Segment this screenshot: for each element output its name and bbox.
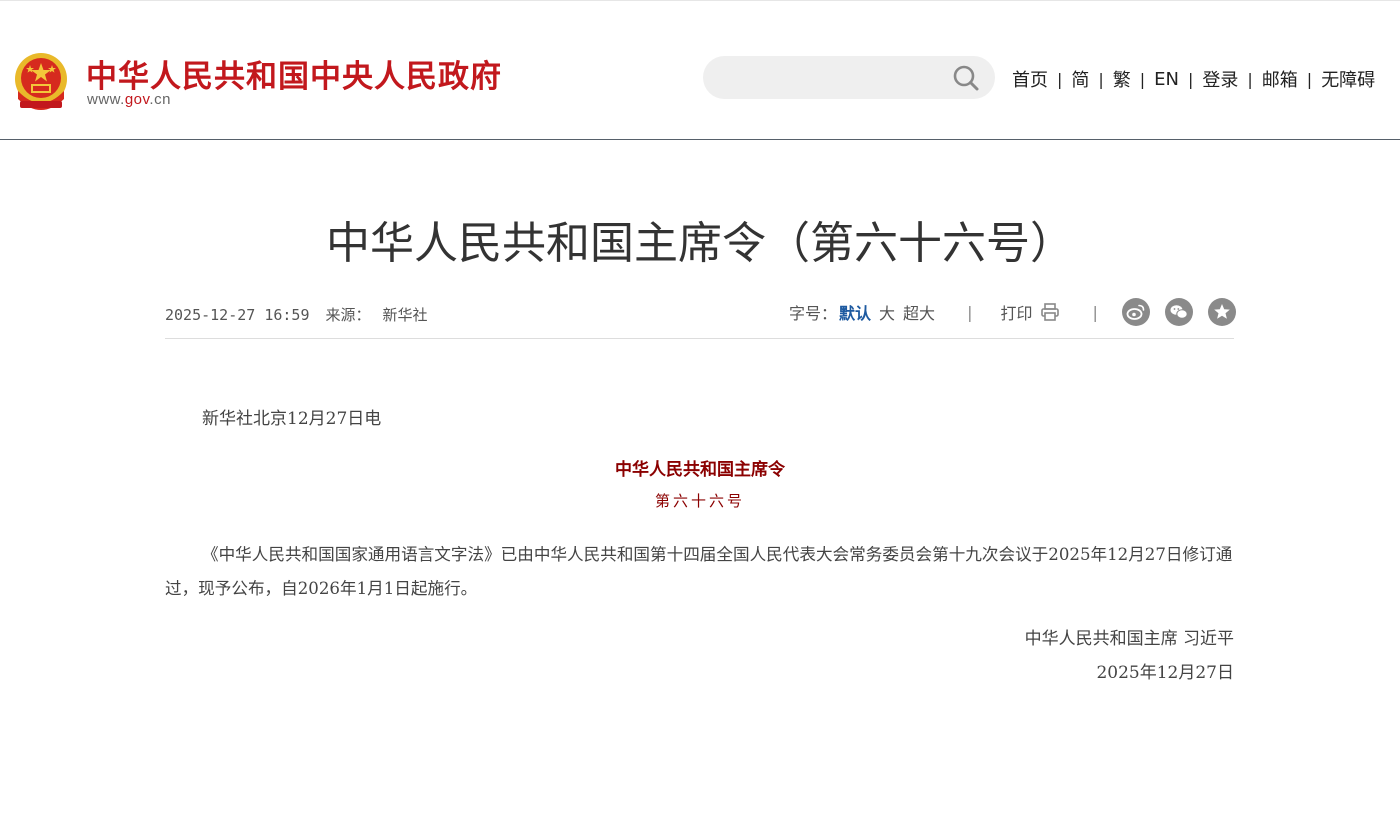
nav-separator: | [1139,69,1146,89]
nav-separator: | [1098,69,1104,89]
search-icon[interactable] [951,63,981,93]
site-name[interactable]: 中华人民共和国中央人民政府 [86,51,502,96]
font-size-label: 字号： [789,304,838,323]
nav-english[interactable]: EN [1154,69,1179,90]
article-title: 中华人民共和国主席令（第六十六号） [326,218,1074,269]
font-size-large[interactable]: 大 [879,300,895,324]
nav-simplified[interactable]: 简 [1071,66,1089,92]
article-paragraph: 《中华人民共和国国家通用语言文字法》已由中华人民共和国第十四届全国人民代表大会常… [165,545,1233,598]
source-label: 来源： [325,306,371,324]
weibo-icon[interactable] [1121,298,1150,326]
tools-separator: | [1092,302,1098,322]
article-tools: 字号： 默认 大 超大 | 打印 | [789,298,1251,326]
order-heading: 中华人民共和国主席令 [615,460,785,480]
star-icon[interactable] [1207,298,1236,326]
site-header: 中华人民共和国中央人民政府 www.gov.cn 首页 | 简 | 繁 | EN… [0,0,1400,140]
nav-traditional[interactable]: 繁 [1113,66,1131,92]
source-value: 新华社 [382,306,428,324]
print-button[interactable]: 打印 [1000,300,1060,324]
order-number: 第六十六号 [654,492,745,510]
signature: 中华人民共和国主席 习近平 [1024,629,1234,649]
printer-icon [1041,303,1060,321]
tools-separator: | [967,302,973,322]
meta-divider [165,338,1234,339]
font-size-xlarge[interactable]: 超大 [903,300,935,324]
publish-date: 2025-12-27 16:59 [165,306,310,324]
nav-separator: | [1247,69,1253,89]
nav-separator: | [1057,69,1063,89]
top-nav: 首页 | 简 | 繁 | EN | 登录 | 邮箱 | 无障碍 [1012,65,1375,93]
wechat-icon[interactable] [1164,298,1193,326]
nav-separator: | [1306,69,1313,89]
nav-mail[interactable]: 邮箱 [1262,66,1298,92]
sign-date: 2025年12月27日 [1096,663,1234,683]
dateline: 新华社北京12月27日电 [202,409,382,429]
print-label: 打印 [1000,304,1033,323]
site-url-prefix: www. [87,91,125,108]
site-url[interactable]: www.gov.cn [87,91,171,108]
site-url-suffix: .cn [149,91,171,108]
font-size-default[interactable]: 默认 [839,300,871,324]
nav-login[interactable]: 登录 [1202,66,1238,92]
nav-home[interactable]: 首页 [1012,66,1048,92]
article-meta: 2025-12-27 16:59 来源： 新华社 [165,304,428,325]
nav-accessibility[interactable]: 无障碍 [1321,66,1375,92]
nav-separator: | [1188,69,1194,89]
national-emblem-icon[interactable] [12,51,70,111]
site-url-highlight: gov [124,91,150,108]
